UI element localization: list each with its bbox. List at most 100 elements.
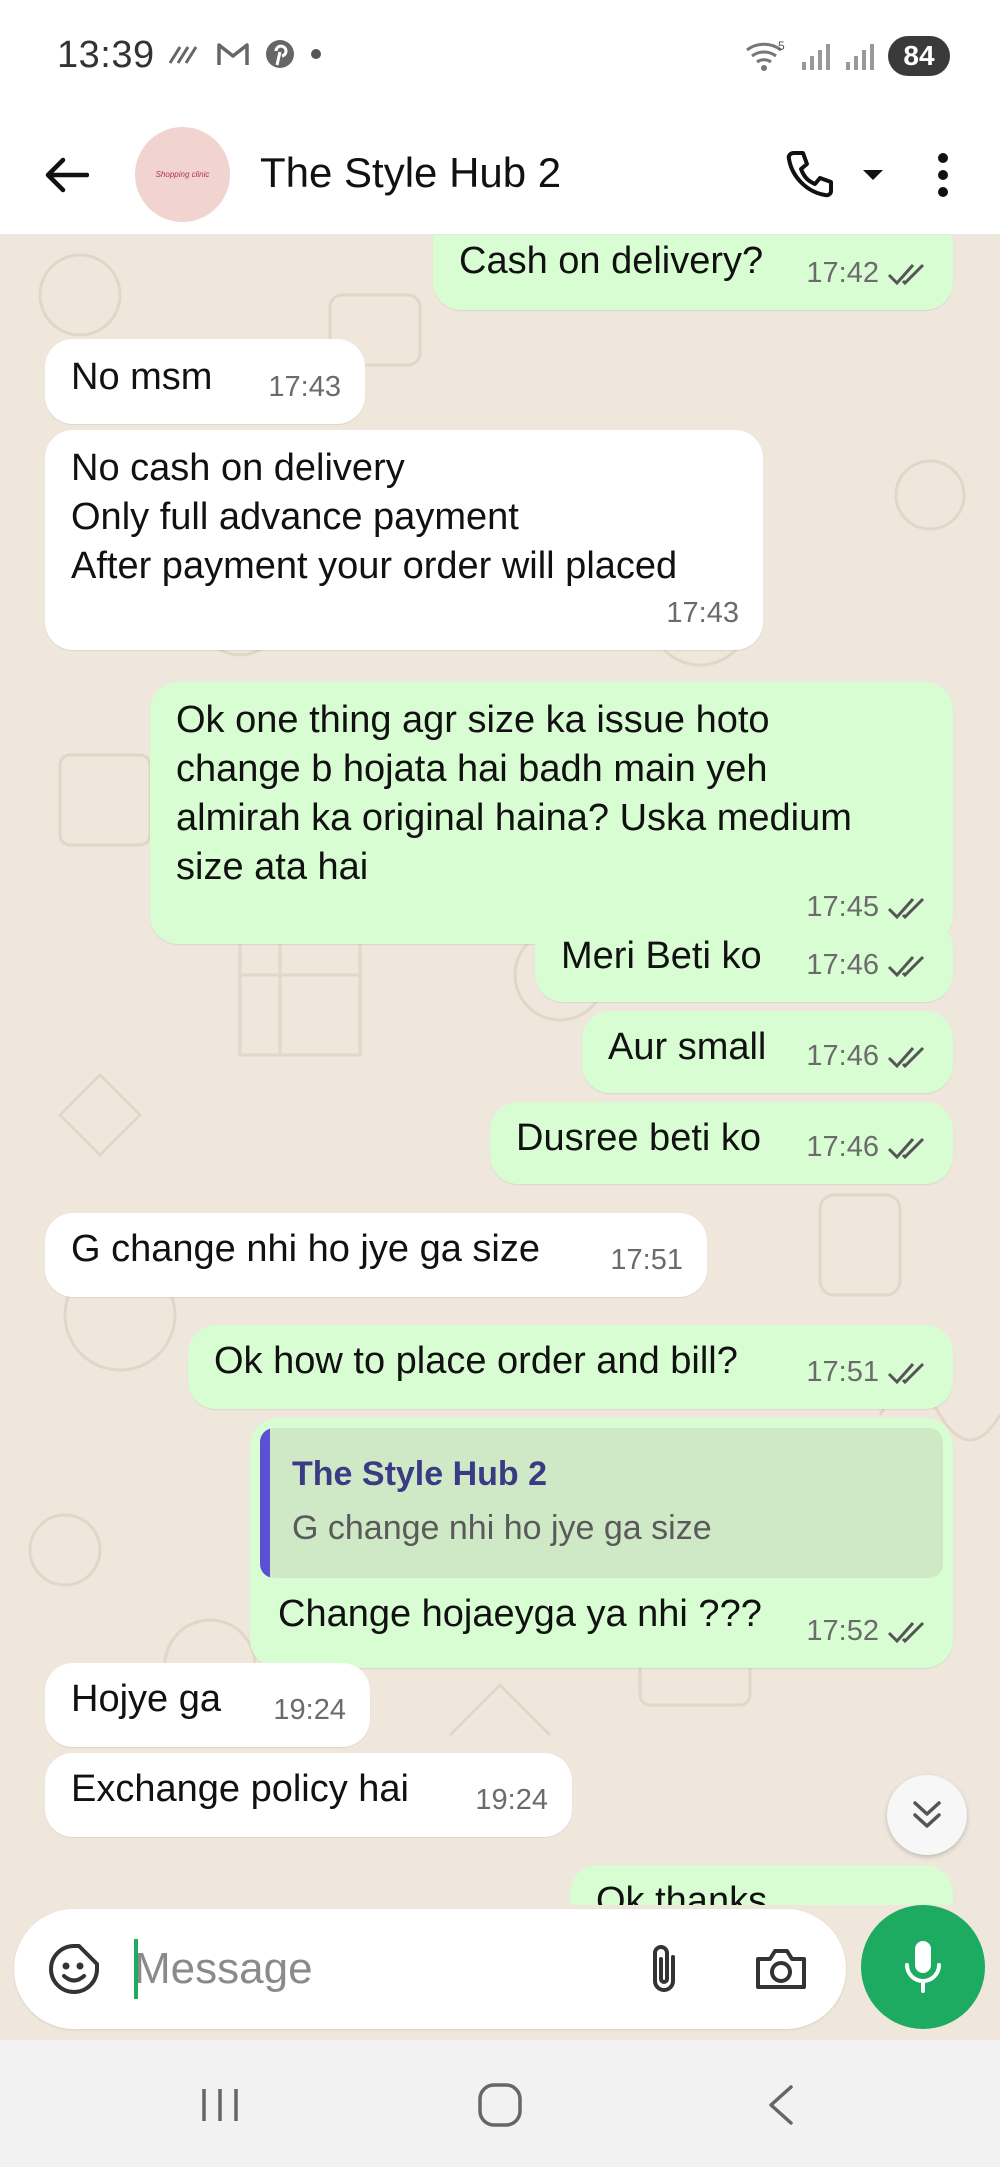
back-button[interactable] [38, 143, 94, 207]
quoted-message[interactable]: The Style Hub 2 G change nhi ho jye ga s… [260, 1428, 943, 1578]
home-icon [478, 2083, 522, 2127]
message-outgoing-reply[interactable]: The Style Hub 2 G change nhi ho jye ga s… [250, 1418, 953, 1668]
quote-text: G change nhi ho jye ga size [292, 1509, 712, 1547]
double-check-icon [887, 1362, 925, 1384]
dot-icon [311, 49, 321, 59]
message-outgoing[interactable]: Ok thanks [570, 1865, 953, 1905]
double-check-icon [887, 955, 925, 977]
message-text: Hojye ga [71, 1678, 221, 1720]
camera-icon [756, 1949, 806, 1989]
message-meta: 17:42 [806, 249, 929, 298]
system-back-button[interactable] [750, 2080, 810, 2130]
message-time: 17:43 [666, 597, 739, 629]
chevron-left-icon [769, 2085, 793, 2125]
message-meta: 17:43 [666, 589, 739, 638]
message-incoming[interactable]: G change nhi ho jye ga size 17:51 [45, 1213, 707, 1297]
message-time: 19:24 [273, 1694, 346, 1726]
wifi-icon: 5 [746, 39, 785, 71]
message-text: Cash on delivery? [459, 240, 764, 282]
avatar-logo-text: Shopping clinic [155, 170, 210, 179]
kebab-menu-icon [938, 153, 948, 197]
message-meta: 17:52 [806, 1607, 929, 1656]
message-text: Ok one thing agr size ka issue hoto chan… [176, 699, 852, 888]
more-options-button[interactable] [918, 143, 968, 207]
message-text: G change nhi ho jye ga size [71, 1228, 540, 1270]
contact-name[interactable]: The Style Hub 2 [260, 149, 561, 197]
message-time: 17:42 [806, 257, 879, 289]
avatar[interactable]: Shopping clinic [135, 127, 230, 222]
message-outgoing[interactable]: Meri Beti ko 17:46 [535, 920, 953, 1002]
composer-bar [0, 1905, 1000, 2040]
message-text: Meri Beti ko [561, 935, 762, 977]
message-incoming[interactable]: No msm 17:43 [45, 339, 365, 424]
caret-down-icon [863, 170, 883, 180]
message-text: Aur small [608, 1026, 767, 1068]
message-incoming[interactable]: Hojye ga 19:24 [45, 1663, 370, 1747]
message-input[interactable] [134, 1931, 614, 2007]
voice-message-button[interactable] [861, 1905, 985, 2029]
system-status-icons: 5 84 [744, 36, 950, 76]
recent-apps-button[interactable] [190, 2080, 250, 2130]
message-incoming[interactable]: Exchange policy hai 19:24 [45, 1753, 572, 1837]
message-time: 17:46 [806, 1040, 879, 1072]
message-text: No msm [71, 356, 213, 398]
message-time: 17:51 [610, 1244, 683, 1276]
recent-apps-icon [202, 2089, 238, 2121]
message-text: Ok how to place order and bill? [214, 1340, 738, 1382]
message-time: 17:46 [806, 1131, 879, 1163]
message-outgoing[interactable]: Aur small 17:46 [582, 1011, 953, 1093]
message-meta: 17:43 [268, 363, 341, 412]
message-input-box [14, 1909, 846, 2029]
message-meta: 17:46 [806, 941, 929, 990]
message-outgoing[interactable]: Cash on delivery? 17:42 [433, 235, 953, 310]
message-text: No cash on delivery Only full advance pa… [71, 447, 678, 587]
system-navigation-bar [0, 2040, 1000, 2167]
text-caret [134, 1939, 138, 1999]
message-time: 17:52 [806, 1615, 879, 1647]
status-bar: 13:39 5 84 [0, 0, 1000, 115]
message-meta: 19:24 [273, 1686, 346, 1735]
microphone-icon [905, 1941, 941, 1993]
network-label: 5 [778, 39, 785, 53]
double-chevron-down-icon [913, 1801, 941, 1828]
message-text: Exchange policy hai [71, 1768, 409, 1810]
double-check-icon [887, 1137, 925, 1159]
quote-author: The Style Hub 2 [292, 1455, 548, 1493]
battery-badge: 84 [888, 36, 950, 76]
message-meta: 17:51 [806, 1348, 929, 1397]
message-time: 17:46 [806, 949, 879, 981]
paperclip-icon [653, 1945, 675, 1992]
gmail-icon [217, 43, 249, 65]
double-check-icon [887, 897, 925, 919]
double-check-icon [887, 1046, 925, 1068]
scroll-to-bottom-button[interactable] [887, 1775, 967, 1855]
pinterest-icon [266, 40, 294, 68]
message-outgoing[interactable]: Ok one thing agr size ka issue hoto chan… [150, 682, 953, 944]
home-button[interactable] [470, 2078, 530, 2132]
double-check-icon [887, 1621, 925, 1643]
message-text: Change hojaeyga ya nhi ??? [278, 1593, 762, 1635]
message-meta: 19:24 [475, 1776, 548, 1825]
chat-area[interactable]: Cash on delivery? 17:42 No msm 17:43 No … [0, 235, 1000, 1905]
signal-boost-icon [168, 46, 198, 64]
emoji-sticker-button[interactable] [44, 1939, 104, 1999]
sticker-icon [49, 1944, 99, 1994]
voice-call-button[interactable] [775, 139, 845, 209]
message-time: 17:43 [268, 371, 341, 403]
chat-header: Shopping clinic The Style Hub 2 [0, 115, 1000, 235]
message-outgoing[interactable]: Dusree beti ko 17:46 [490, 1102, 953, 1184]
message-time: 17:51 [806, 1356, 879, 1388]
quote-accent-bar [260, 1428, 270, 1578]
attach-button[interactable] [634, 1937, 694, 2001]
status-time: 13:39 [57, 34, 155, 76]
call-options-button[interactable] [855, 155, 891, 195]
camera-button[interactable] [749, 1937, 813, 2001]
arrow-left-icon [45, 157, 89, 193]
cell-signal-icon [802, 44, 830, 70]
phone-icon [786, 151, 833, 198]
message-incoming[interactable]: No cash on delivery Only full advance pa… [45, 430, 763, 650]
message-meta: 17:51 [610, 1236, 683, 1285]
double-check-icon [887, 263, 925, 285]
message-text: Ok thanks [596, 1880, 768, 1905]
message-outgoing[interactable]: Ok how to place order and bill? 17:51 [188, 1325, 953, 1409]
